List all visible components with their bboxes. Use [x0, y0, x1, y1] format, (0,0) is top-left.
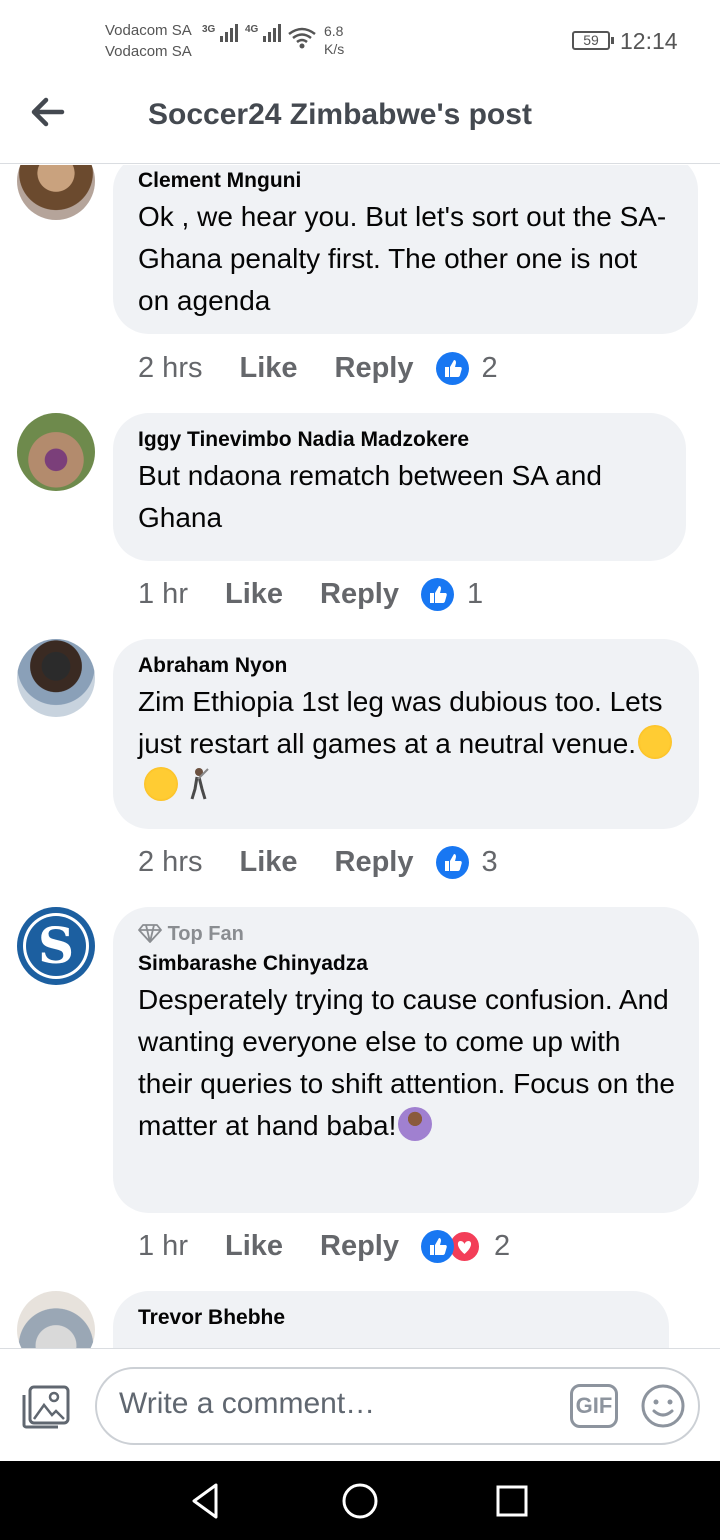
carrier-names: Vodacom SA Vodacom SA: [105, 20, 192, 62]
like-button[interactable]: Like: [239, 352, 297, 385]
comment-author[interactable]: Abraham Nyon: [138, 651, 675, 681]
wifi-icon: [288, 27, 316, 49]
comment-text: Ok , we hear you. But let's sort out the…: [138, 201, 667, 316]
arrow-left-icon[interactable]: [28, 94, 68, 130]
comment-actions: 1 hr Like Reply 2: [138, 1226, 510, 1266]
comment-input-box[interactable]: GIF: [95, 1367, 700, 1445]
heart-eyes-emoji: [638, 725, 673, 759]
home-circle-icon[interactable]: [338, 1479, 382, 1523]
svg-text:S: S: [38, 916, 74, 975]
comment-composer: GIF: [0, 1348, 720, 1461]
like-button[interactable]: Like: [225, 578, 283, 611]
reply-button[interactable]: Reply: [335, 352, 414, 385]
comment-author[interactable]: Trevor Bhebhe: [138, 1303, 645, 1333]
reaction-count[interactable]: 2: [494, 1230, 510, 1263]
person-gesturing-ok-emoji: [398, 1107, 433, 1141]
reaction-count[interactable]: 1: [467, 578, 483, 611]
golfer-emoji: [188, 767, 209, 801]
avatar[interactable]: S: [17, 907, 95, 985]
comment-time[interactable]: 1 hr: [138, 578, 188, 611]
comment-author[interactable]: Iggy Tinevimbo Nadia Madzokere: [138, 425, 662, 455]
carrier-2: Vodacom SA: [105, 43, 192, 60]
reaction-count[interactable]: 2: [482, 352, 498, 385]
reply-button[interactable]: Reply: [320, 578, 399, 611]
comment-author[interactable]: Clement Mnguni: [138, 166, 674, 196]
network-type-2: 4G: [245, 24, 259, 35]
comment-list: Clement Mnguni Ok , we hear you. But let…: [0, 165, 720, 1348]
network-type-1: 3G: [202, 24, 216, 35]
like-button[interactable]: Like: [225, 1230, 283, 1263]
comment-actions: 2 hrs Like Reply 2: [138, 348, 498, 388]
comment-text-body: Zim Ethiopia 1st leg was dubious too. Le…: [138, 686, 663, 759]
comment-bubble[interactable]: Abraham Nyon Zim Ethiopia 1st leg was du…: [113, 639, 699, 829]
thumbs-up-icon[interactable]: [435, 351, 469, 385]
top-fan-label: Top Fan: [167, 923, 244, 945]
thumbs-up-icon[interactable]: [421, 577, 454, 611]
comment-bubble[interactable]: Trevor Bhebhe: [113, 1291, 669, 1348]
diamond-icon: [138, 924, 162, 943]
top-fan-badge: Top Fan: [138, 919, 675, 949]
status-bar: Vodacom SA Vodacom SA 3G 4G 6.8 K/s 59 1…: [0, 0, 720, 80]
avatar[interactable]: [17, 639, 95, 717]
comment-time[interactable]: 2 hrs: [138, 352, 202, 385]
comment-time[interactable]: 1 hr: [138, 1230, 188, 1263]
battery-indicator: 59: [572, 31, 614, 50]
post-header: Soccer24 Zimbabwe's post: [0, 80, 720, 164]
signal-1-icon: 3G: [202, 24, 239, 42]
back-triangle-icon[interactable]: [184, 1479, 228, 1523]
comment-text: Desperately trying to cause confusion. A…: [138, 979, 675, 1147]
carrier-1: Vodacom SA: [105, 22, 192, 39]
reply-button[interactable]: Reply: [320, 1230, 399, 1263]
like-button[interactable]: Like: [239, 846, 297, 879]
reaction-count[interactable]: 3: [482, 846, 498, 879]
avatar[interactable]: [17, 1291, 95, 1348]
speed-value: 6.8: [324, 23, 344, 39]
comment-bubble[interactable]: Clement Mnguni Ok , we hear you. But let…: [113, 165, 698, 334]
site-logo-icon: S: [23, 913, 89, 979]
comment-time[interactable]: 2 hrs: [138, 846, 202, 879]
comment-author[interactable]: Simbarashe Chinyadza: [138, 949, 675, 979]
signal-2-icon: 4G: [245, 24, 282, 42]
network-speed: 6.8 K/s: [324, 22, 344, 58]
emoji-icon[interactable]: [640, 1383, 686, 1429]
thumbs-up-icon[interactable]: [421, 1229, 454, 1263]
avatar[interactable]: [17, 413, 95, 491]
comment-actions: 1 hr Like Reply 1: [138, 574, 483, 614]
system-nav-bar: [0, 1461, 720, 1540]
page-title: Soccer24 Zimbabwe's post: [148, 98, 532, 131]
comment-bubble[interactable]: Iggy Tinevimbo Nadia Madzokere But ndaon…: [113, 413, 686, 561]
photo-icon[interactable]: [22, 1385, 70, 1429]
speed-unit: K/s: [324, 41, 345, 57]
avatar[interactable]: [17, 165, 95, 220]
comment-actions: 2 hrs Like Reply 3: [138, 842, 498, 882]
thumbs-up-icon[interactable]: [435, 845, 469, 879]
comment-text: But ndaona rematch between SA and Ghana: [138, 460, 602, 533]
recents-square-icon[interactable]: [490, 1479, 534, 1523]
smiling-hearts-emoji: [144, 767, 178, 801]
gif-button[interactable]: GIF: [570, 1384, 618, 1428]
comment-text: Zim Ethiopia 1st leg was dubious too. Le…: [138, 681, 675, 807]
clock: 12:14: [620, 28, 678, 54]
comment-input[interactable]: [119, 1387, 559, 1421]
comment-bubble[interactable]: Top Fan Simbarashe Chinyadza Desperately…: [113, 907, 699, 1213]
reply-button[interactable]: Reply: [335, 846, 414, 879]
